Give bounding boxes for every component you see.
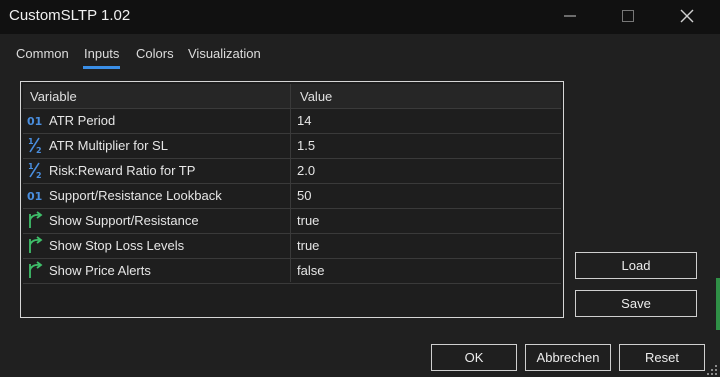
variable-name: Show Stop Loss Levels [49, 238, 185, 253]
maximize-icon [622, 10, 634, 22]
variable-name: ATR Multiplier for SL [49, 138, 168, 153]
close-button[interactable] [664, 0, 710, 32]
active-tab-indicator [83, 66, 120, 69]
table-header: Variable Value [23, 84, 561, 109]
variable-name: Show Price Alerts [49, 263, 151, 278]
table-row[interactable]: Show Support/Resistance true [23, 208, 561, 234]
table-row[interactable]: 01 Support/Resistance Lookback 50 [23, 183, 561, 209]
cancel-button[interactable]: Abbrechen [525, 344, 611, 371]
reset-button[interactable]: Reset [619, 344, 705, 371]
variable-name: Risk:Reward Ratio for TP [49, 163, 196, 178]
minimize-button[interactable] [547, 0, 593, 32]
variable-value[interactable]: 2.0 [297, 163, 315, 178]
table-row[interactable]: 1 2 Risk:Reward Ratio for TP 2.0 [23, 158, 561, 184]
boolean-arrow-icon [29, 261, 43, 278]
table-row[interactable]: Show Price Alerts false [23, 258, 561, 284]
fraction-icon: 1 2 [28, 137, 42, 154]
svg-text:1: 1 [28, 137, 34, 146]
boolean-arrow-icon [29, 236, 43, 253]
tab-bar: Common Inputs Colors Visualization [0, 34, 720, 68]
variable-value[interactable]: true [297, 213, 319, 228]
variable-name: ATR Period [49, 113, 116, 128]
maximize-button[interactable] [605, 0, 651, 32]
svg-text:2: 2 [36, 146, 42, 154]
save-button[interactable]: Save [575, 290, 697, 317]
svg-text:1: 1 [28, 162, 34, 171]
svg-text:01: 01 [27, 115, 42, 128]
fraction-icon: 1 2 [28, 162, 42, 179]
svg-text:01: 01 [27, 190, 42, 203]
table-row[interactable]: 01 ATR Period 14 [23, 108, 561, 134]
variable-value[interactable]: true [297, 238, 319, 253]
variable-value[interactable]: 14 [297, 113, 311, 128]
variable-name: Support/Resistance Lookback [49, 188, 222, 203]
window-title: CustomSLTP 1.02 [9, 7, 131, 24]
integer-icon: 01 [27, 190, 42, 203]
resize-grip-icon[interactable] [706, 364, 718, 376]
inputs-table[interactable]: Variable Value 01 ATR Period 14 1 2 ATR … [20, 81, 564, 318]
tab-visualization[interactable]: Visualization [188, 46, 261, 61]
variable-value[interactable]: 1.5 [297, 138, 315, 153]
column-header-value[interactable]: Value [300, 89, 332, 104]
integer-icon: 01 [27, 115, 42, 128]
close-icon [680, 9, 694, 23]
table-row[interactable]: 1 2 ATR Multiplier for SL 1.5 [23, 133, 561, 159]
tab-common[interactable]: Common [16, 46, 69, 61]
column-header-variable[interactable]: Variable [30, 89, 77, 104]
boolean-arrow-icon [29, 211, 43, 228]
minimize-icon [564, 15, 576, 17]
variable-value[interactable]: 50 [297, 188, 311, 203]
window-edge-accent [716, 278, 720, 330]
tab-colors[interactable]: Colors [136, 46, 174, 61]
table-row[interactable]: Show Stop Loss Levels true [23, 233, 561, 259]
variable-value[interactable]: false [297, 263, 324, 278]
title-bar: CustomSLTP 1.02 [0, 0, 720, 34]
ok-button[interactable]: OK [431, 344, 517, 371]
variable-name: Show Support/Resistance [49, 213, 199, 228]
tab-inputs[interactable]: Inputs [84, 46, 119, 61]
load-button[interactable]: Load [575, 252, 697, 279]
svg-text:2: 2 [36, 171, 42, 179]
